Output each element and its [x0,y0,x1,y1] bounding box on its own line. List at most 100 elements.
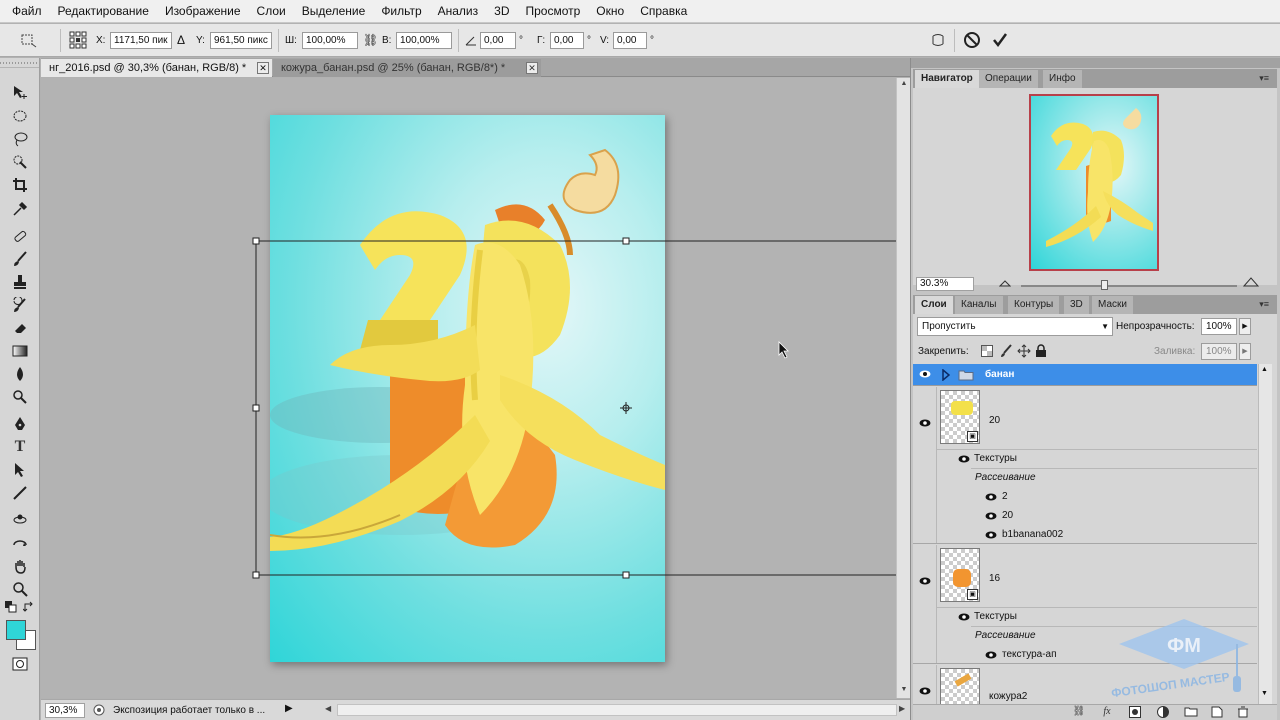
eraser-tool-icon[interactable] [9,318,31,338]
transform-bounding-box[interactable] [41,78,896,698]
tab-navigator[interactable]: Навигатор [915,70,979,88]
delete-layer-icon[interactable] [1235,706,1251,720]
gradient-tool-icon[interactable] [9,341,31,361]
navigator-zoom-field[interactable]: 30.3% [916,277,974,291]
pen-tool-icon[interactable] [9,414,31,434]
crop-tool-icon[interactable] [9,175,31,195]
scroll-up-icon[interactable]: ▲ [1261,366,1268,373]
slider-thumb[interactable] [1101,280,1108,290]
menu-window[interactable]: Окно [588,0,632,23]
zoom-field[interactable]: 30,3% [45,703,85,718]
scroll-left-icon[interactable]: ◀ [325,704,331,713]
type-tool-icon[interactable]: T [9,437,31,457]
menu-layers[interactable]: Слои [249,0,294,23]
dock-header[interactable] [911,58,1280,68]
lock-all-icon[interactable] [1035,344,1047,361]
fill-input[interactable]: 100% [1201,343,1237,360]
move-tool-icon[interactable] [9,82,31,102]
link-icon[interactable]: ⛓ [363,32,378,49]
scroll-down-icon[interactable]: ▼ [899,686,909,696]
path-selection-tool-icon[interactable] [9,460,31,480]
commit-transform-icon[interactable] [990,30,1010,50]
angle-input[interactable]: 0,00 [480,32,516,49]
zoom-in-icon[interactable] [1242,277,1260,290]
menu-filter[interactable]: Фильтр [373,0,429,23]
dodge-tool-icon[interactable] [9,387,31,407]
default-colors-icon[interactable] [4,600,18,614]
menu-analysis[interactable]: Анализ [430,0,487,23]
menu-help[interactable]: Справка [632,0,695,23]
effect-visibility-eye-icon[interactable] [984,512,998,522]
new-layer-icon[interactable] [1209,706,1225,720]
navigator-zoom-slider[interactable] [1021,280,1237,290]
adjustment-layer-icon[interactable] [1155,706,1171,720]
close-tab-icon[interactable]: ✕ [526,62,538,74]
quick-selection-tool-icon[interactable] [9,152,31,172]
effect-visibility-eye-icon[interactable] [984,531,998,541]
lock-position-icon[interactable] [1017,344,1031,361]
v-skew-input[interactable]: 0,00 [613,32,647,49]
panel-menu-icon[interactable]: ▾≡ [1259,299,1269,310]
visibility-eye-icon[interactable] [918,577,932,587]
menu-file[interactable]: Файл [4,0,50,23]
foreground-color-swatch[interactable] [6,620,26,640]
tab-3d[interactable]: 3D [1064,296,1089,314]
status-info-icon[interactable] [93,704,105,719]
blur-tool-icon[interactable] [9,364,31,384]
toolbox-grip[interactable] [0,58,39,68]
tab-info[interactable]: Инфо [1043,70,1082,88]
swap-colors-icon[interactable] [22,600,36,614]
status-menu-arrow-icon[interactable]: ▶ [285,703,293,714]
visibility-eye-icon[interactable] [918,687,932,697]
history-brush-tool-icon[interactable] [9,295,31,315]
tab-layers[interactable]: Слои [915,296,953,314]
scroll-right-icon[interactable]: ▶ [899,704,905,713]
healing-brush-tool-icon[interactable] [9,226,31,246]
close-tab-icon[interactable]: ✕ [257,62,269,74]
layer-group-banan[interactable]: банан [913,364,1257,386]
add-mask-icon[interactable] [1127,706,1143,720]
transform-tool-preset-icon[interactable] [18,30,38,50]
add-layer-style-icon[interactable]: fx [1099,706,1115,720]
menu-select[interactable]: Выделение [294,0,374,23]
h-skew-input[interactable]: 0,00 [550,32,584,49]
3d-orbit-tool-icon[interactable] [9,533,31,553]
vertical-scrollbar[interactable]: ▲ ▼ [896,78,910,698]
width-input[interactable]: 100,00% [302,32,358,49]
opacity-slider-arrow-icon[interactable]: ▶ [1239,318,1251,335]
hand-tool-icon[interactable] [9,556,31,576]
cancel-transform-icon[interactable] [962,30,982,50]
layers-scrollbar[interactable]: ▲ ▼ [1258,364,1272,704]
new-group-icon[interactable] [1183,706,1199,720]
expand-group-icon[interactable] [942,368,951,384]
quick-mask-icon[interactable] [9,654,31,674]
brush-tool-icon[interactable] [9,249,31,269]
zoom-tool-icon[interactable] [9,579,31,599]
blend-mode-select[interactable]: Пропустить ▼ [917,317,1113,336]
lock-transparency-icon[interactable] [981,345,993,360]
zoom-out-icon[interactable] [998,279,1012,289]
y-input[interactable]: 961,50 пикс [210,32,272,49]
panel-menu-icon[interactable]: ▾≡ [1259,73,1269,84]
reference-point-icon[interactable] [68,30,88,50]
menu-edit[interactable]: Редактирование [50,0,157,23]
effect-visibility-eye-icon[interactable] [957,613,971,623]
tab-actions[interactable]: Операции [979,70,1038,88]
clone-stamp-tool-icon[interactable] [9,272,31,292]
visibility-eye-icon[interactable] [918,419,932,429]
fill-slider-arrow-icon[interactable]: ▶ [1239,343,1251,360]
lock-pixels-icon[interactable] [999,344,1013,361]
navigator-thumbnail[interactable] [1029,94,1159,271]
horizontal-scrollbar[interactable] [337,704,897,716]
warp-mode-icon[interactable] [928,30,948,50]
marquee-tool-icon[interactable] [9,106,31,126]
effect-visibility-eye-icon[interactable] [984,651,998,661]
canvas-workspace[interactable] [41,78,896,698]
scroll-up-icon[interactable]: ▲ [899,80,909,90]
link-layers-icon[interactable]: ⛓ [1071,706,1087,720]
tab-channels[interactable]: Каналы [955,296,1003,314]
layer-20[interactable]: ▣ 20 Текстуры Рассеивание 2 20 b1banana0… [913,387,1257,544]
line-tool-icon[interactable] [9,483,31,503]
visibility-eye-icon[interactable] [918,370,932,380]
tab-masks[interactable]: Маски [1092,296,1133,314]
